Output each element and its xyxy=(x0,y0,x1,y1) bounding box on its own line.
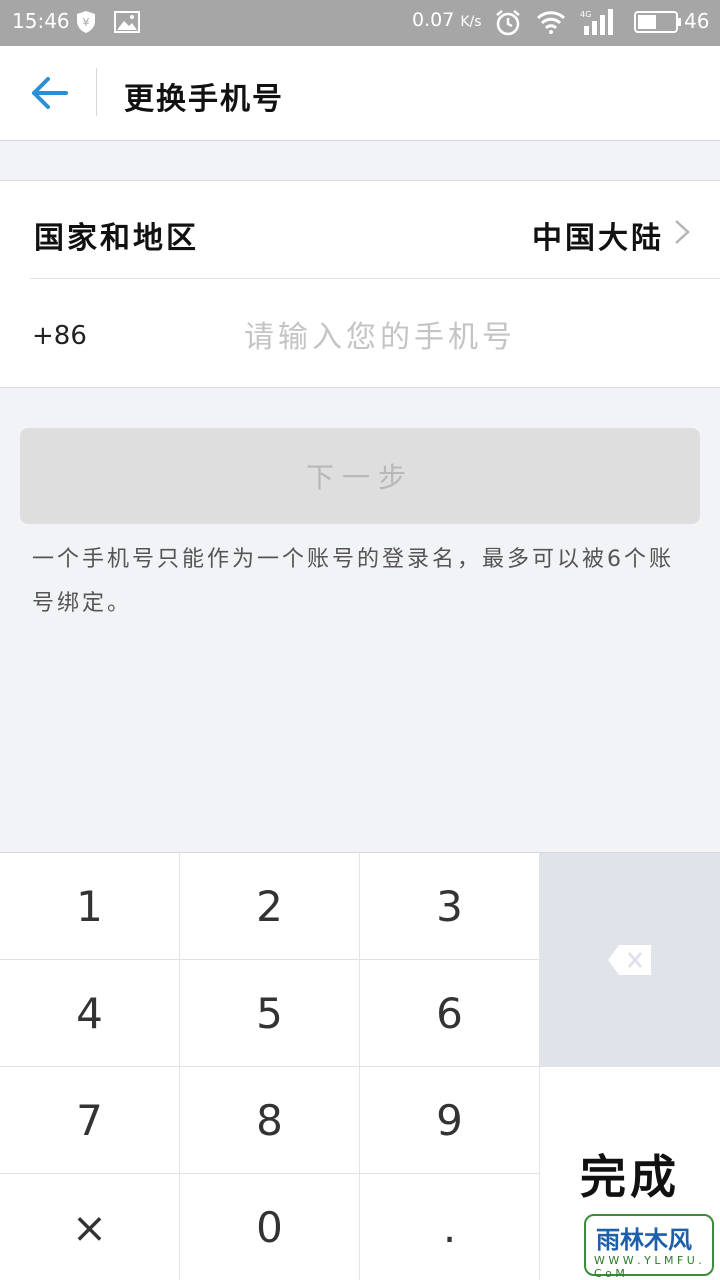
phone-form: 国家和地区 中国大陆 +86 xyxy=(0,180,720,388)
watermark-logo: 雨林木风 W W W . Y L M F U . C o M xyxy=(584,1214,714,1280)
region-value[interactable]: 中国大陆 xyxy=(532,213,664,257)
form-divider xyxy=(30,278,720,279)
signal-icon: 4G xyxy=(580,9,613,35)
wifi-icon xyxy=(536,11,566,34)
key-3[interactable]: 3 xyxy=(360,853,540,960)
watermark-url: W W W . Y L M F U . C o M xyxy=(594,1254,702,1280)
net-speed-unit: K/s xyxy=(460,14,482,30)
key-0[interactable]: 0 xyxy=(180,1174,360,1280)
key-dot[interactable]: . xyxy=(360,1174,540,1280)
key-4[interactable]: 4 xyxy=(0,960,180,1067)
header-divider xyxy=(96,68,97,116)
region-row[interactable]: 国家和地区 中国大陆 xyxy=(0,181,720,278)
chevron-right-icon xyxy=(675,220,690,244)
backspace-icon xyxy=(608,945,651,975)
phone-input[interactable] xyxy=(200,309,560,365)
key-5[interactable]: 5 xyxy=(180,960,360,1067)
key-8[interactable]: 8 xyxy=(180,1067,360,1174)
image-icon xyxy=(114,11,140,33)
key-2[interactable]: 2 xyxy=(180,853,360,960)
network-type: 4G xyxy=(580,10,591,19)
hint-text: 一个手机号只能作为一个账号的登录名，最多可以被6个账号绑定。 xyxy=(32,547,674,616)
app-header: 更换手机号 xyxy=(0,46,720,141)
delete-key[interactable] xyxy=(540,853,720,1067)
status-time: 15:46 xyxy=(12,9,70,33)
back-arrow-icon[interactable] xyxy=(26,70,72,116)
status-bar: 15:46 ¥ 0.07 K/s 4G 46 xyxy=(0,0,720,46)
shield-yen-icon: ¥ xyxy=(77,11,95,33)
key-6[interactable]: 6 xyxy=(360,960,540,1067)
key-1[interactable]: 1 xyxy=(0,853,180,960)
country-code[interactable]: +86 xyxy=(32,321,87,351)
key-9[interactable]: 9 xyxy=(360,1067,540,1174)
svg-text:¥: ¥ xyxy=(83,16,90,29)
net-speed: 0.07 K/s xyxy=(412,9,482,31)
watermark-text: 雨林木风 xyxy=(596,1226,692,1254)
battery-level: 46 xyxy=(684,9,710,33)
battery-icon xyxy=(634,11,681,33)
next-step-button[interactable]: 下一步 xyxy=(20,428,700,524)
alarm-icon xyxy=(496,10,520,36)
key-7[interactable]: 7 xyxy=(0,1067,180,1174)
key-x[interactable]: × xyxy=(0,1174,180,1280)
region-label: 国家和地区 xyxy=(34,221,199,256)
page-title: 更换手机号 xyxy=(124,82,284,117)
